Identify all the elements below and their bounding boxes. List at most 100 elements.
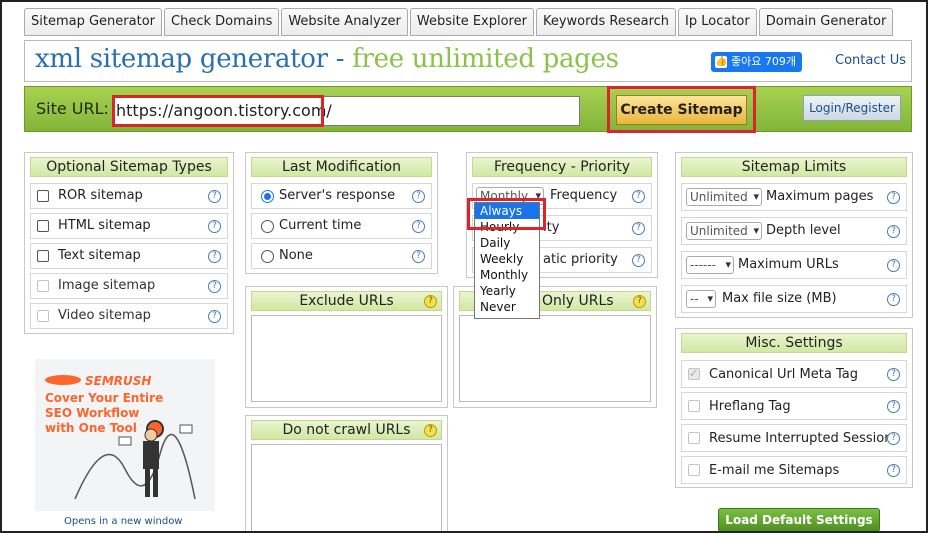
frequency-option-never[interactable]: Never <box>475 299 539 315</box>
max-file-size-label: Max file size (MB) <box>722 291 837 306</box>
help-icon[interactable]: ? <box>887 259 900 272</box>
sitemap-limits-title: Sitemap Limits <box>681 157 907 177</box>
max-urls-row[interactable]: ------ Maximum URLs ? <box>681 251 907 279</box>
help-icon[interactable]: ? <box>887 368 900 381</box>
frequency-option-weekly[interactable]: Weekly <box>475 251 539 267</box>
help-icon[interactable]: ? <box>208 250 221 263</box>
resume-session-checkbox[interactable] <box>688 432 700 444</box>
exclude-urls-textarea[interactable] <box>251 315 442 402</box>
site-url-bar: Site URL: https://angoon.tistory.com/ Cr… <box>24 86 912 133</box>
page-title: xml sitemap generator - free unlimited p… <box>35 44 619 74</box>
frequency-option-monthly[interactable]: Monthly <box>475 267 539 283</box>
help-icon[interactable]: ? <box>424 424 437 437</box>
max-pages-label: Maximum pages <box>766 189 874 204</box>
canonical-row[interactable]: Canonical Url Meta Tag? <box>681 360 907 388</box>
html-sitemap-label: HTML sitemap <box>58 218 151 233</box>
sitemap-types-panel: Optional Sitemap Types ROR sitemap? HTML… <box>24 152 234 334</box>
facebook-like-button[interactable]: 👍 좋아요 709개 <box>711 52 802 72</box>
help-icon[interactable]: ? <box>632 190 645 203</box>
help-icon[interactable]: ? <box>208 310 221 323</box>
lastmod-current-radio[interactable] <box>261 220 274 233</box>
nav-website-analyzer[interactable]: Website Analyzer <box>281 8 408 36</box>
video-sitemap-checkbox[interactable] <box>37 310 49 322</box>
nav-check-domains[interactable]: Check Domains <box>164 8 280 36</box>
video-sitemap-row[interactable]: Video sitemap? <box>30 303 228 329</box>
help-icon[interactable]: ? <box>412 190 425 203</box>
ror-sitemap-row[interactable]: ROR sitemap? <box>30 183 228 209</box>
help-icon[interactable]: ? <box>208 220 221 233</box>
help-icon[interactable]: ? <box>632 222 645 235</box>
frequency-option-yearly[interactable]: Yearly <box>475 283 539 299</box>
help-icon[interactable]: ? <box>887 293 900 306</box>
url-highlight-box <box>112 95 324 127</box>
help-icon[interactable]: ? <box>887 464 900 477</box>
site-url-label: Site URL: <box>36 99 109 118</box>
frequency-option-daily[interactable]: Daily <box>475 235 539 251</box>
ad-illustration <box>74 420 196 500</box>
depth-level-select[interactable]: Unlimited <box>686 222 762 240</box>
help-icon[interactable]: ? <box>633 295 646 308</box>
help-icon[interactable]: ? <box>887 432 900 445</box>
html-sitemap-checkbox[interactable] <box>37 220 49 232</box>
hreflang-label: Hreflang Tag <box>709 399 791 414</box>
max-urls-select[interactable]: ------ <box>686 256 734 274</box>
max-pages-select[interactable]: Unlimited <box>686 188 762 206</box>
lastmod-none-radio[interactable] <box>261 250 274 263</box>
hreflang-checkbox[interactable] <box>688 400 700 412</box>
always-highlight-box <box>467 198 546 230</box>
help-icon[interactable]: ? <box>412 220 425 233</box>
depth-level-row[interactable]: Unlimited Depth level ? <box>681 217 907 245</box>
resume-session-row[interactable]: Resume Interrupted Session? <box>681 424 907 452</box>
nav-sitemap-generator[interactable]: Sitemap Generator <box>24 8 162 36</box>
help-icon[interactable]: ? <box>887 225 900 238</box>
help-icon[interactable]: ? <box>412 250 425 263</box>
text-sitemap-checkbox[interactable] <box>37 250 49 262</box>
canonical-checkbox[interactable] <box>688 362 700 386</box>
help-icon[interactable]: ? <box>887 400 900 413</box>
lastmod-current-row[interactable]: Current time? <box>251 213 432 239</box>
nav-website-explorer[interactable]: Website Explorer <box>409 8 534 36</box>
text-sitemap-row[interactable]: Text sitemap? <box>30 243 228 269</box>
lastmod-server-radio[interactable] <box>261 190 274 203</box>
only-urls-textarea[interactable] <box>459 315 651 402</box>
ror-sitemap-checkbox[interactable] <box>37 190 49 202</box>
lastmod-current-label: Current time <box>279 218 362 233</box>
help-icon[interactable]: ? <box>208 190 221 203</box>
ad-caption[interactable]: Opens in a new window <box>64 516 183 527</box>
contact-us-link[interactable]: Contact Us <box>835 53 906 68</box>
do-not-crawl-title: Do not crawl URLs <box>251 420 442 440</box>
email-sitemaps-checkbox[interactable] <box>688 464 700 476</box>
page-title-highlight: free unlimited pages <box>352 44 619 74</box>
nav-ip-locator[interactable]: Ip Locator <box>678 8 757 36</box>
image-sitemap-checkbox[interactable] <box>37 280 49 292</box>
hreflang-row[interactable]: Hreflang Tag? <box>681 392 907 420</box>
email-sitemaps-row[interactable]: E-mail me Sitemaps? <box>681 456 907 484</box>
exclude-urls-title: Exclude URLs <box>251 291 442 311</box>
image-sitemap-row[interactable]: Image sitemap? <box>30 273 228 299</box>
email-sitemaps-label: E-mail me Sitemaps <box>709 463 840 478</box>
help-icon[interactable]: ? <box>208 280 221 293</box>
like-count: 좋아요 709개 <box>731 55 796 68</box>
text-sitemap-label: Text sitemap <box>58 248 141 263</box>
html-sitemap-row[interactable]: HTML sitemap? <box>30 213 228 239</box>
frequency-label: Frequency <box>550 188 618 203</box>
canonical-label: Canonical Url Meta Tag <box>709 367 858 382</box>
nav-keywords-research[interactable]: Keywords Research <box>535 8 677 36</box>
lastmod-none-row[interactable]: None? <box>251 243 432 269</box>
lastmod-server-row[interactable]: Server's response? <box>251 183 432 209</box>
do-not-crawl-textarea[interactable] <box>251 444 442 532</box>
help-icon[interactable]: ? <box>424 295 437 308</box>
help-icon[interactable]: ? <box>887 191 900 204</box>
frequency-priority-title: Frequency - Priority <box>472 157 652 177</box>
login-register-button[interactable]: Login/Register <box>803 95 901 121</box>
ror-sitemap-label: ROR sitemap <box>58 188 143 203</box>
exclude-urls-panel: Exclude URLs ? <box>245 286 448 408</box>
max-pages-row[interactable]: Unlimited Maximum pages ? <box>681 183 907 211</box>
help-icon[interactable]: ? <box>632 254 645 267</box>
nav-domain-generator[interactable]: Domain Generator <box>758 8 894 36</box>
load-default-settings-button[interactable]: Load Default Settings <box>718 508 880 532</box>
misc-settings-title: Misc. Settings <box>681 333 907 353</box>
max-file-size-select[interactable]: -- <box>686 290 716 308</box>
semrush-ad[interactable]: SEMRUSH Cover Your Entire SEO Workflow w… <box>35 359 215 511</box>
max-file-size-row[interactable]: -- Max file size (MB) ? <box>681 285 907 313</box>
